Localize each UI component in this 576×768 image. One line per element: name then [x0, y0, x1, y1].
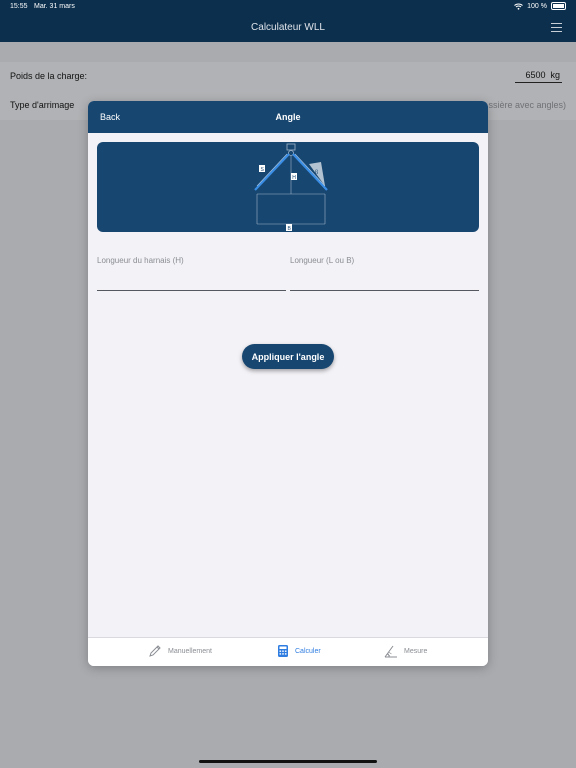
menu-icon[interactable] [551, 23, 562, 35]
apply-angle-button[interactable]: Appliquer l'angle [242, 344, 334, 369]
hook-shape [286, 143, 296, 151]
nav-title: Calculateur WLL [251, 22, 325, 33]
tab-bar: Manuellement Calculer Mesure [88, 637, 488, 666]
tab-manuellement[interactable]: Manuellement [148, 644, 212, 658]
tab-manuellement-label: Manuellement [168, 647, 212, 655]
load-weight-field[interactable]: 6500 kg [515, 70, 562, 83]
battery-percent: 100 % [527, 2, 547, 10]
h-label: H [292, 175, 296, 181]
status-date: Mar. 31 mars [34, 3, 75, 10]
lashing-type-value: ssière avec angles) [488, 100, 566, 110]
tab-mesure-label: Mesure [404, 647, 428, 655]
harness-length-input[interactable] [97, 271, 289, 291]
sling-diagram: β S H B [97, 142, 479, 232]
lashing-type-label: Type d'arrimage [10, 100, 75, 110]
wifi-icon [514, 3, 523, 10]
nav-bar: Calculateur WLL [0, 14, 576, 42]
load-weight-unit: kg [550, 70, 560, 80]
length-input[interactable] [290, 271, 482, 291]
tab-calculer[interactable]: Calculer [277, 644, 321, 658]
load-weight-value: 6500 [525, 70, 546, 80]
length-underline [290, 290, 479, 291]
status-bar: 15:55 Mar. 31 mars 100 % [0, 0, 576, 14]
harness-length-underline [97, 290, 286, 291]
pencil-icon [149, 645, 161, 657]
battery-icon [551, 2, 566, 10]
harness-length-label: Longueur du harnais (H) [97, 256, 184, 265]
length-label: Longueur (L ou B) [290, 256, 355, 265]
angle-modal: Back Angle β S H B Longueur du harnais (… [88, 101, 488, 666]
modal-header: Back Angle [88, 101, 488, 133]
ruler-angle-icon [384, 645, 397, 658]
tab-calculer-label: Calculer [295, 647, 321, 655]
sling-diagram-svg: β S H B [254, 143, 328, 232]
modal-title: Angle [275, 112, 301, 122]
calculator-icon [278, 645, 288, 657]
beta-label: β [315, 170, 318, 176]
home-indicator [199, 760, 377, 763]
tab-mesure[interactable]: Mesure [384, 644, 427, 658]
status-right: 100 % [514, 2, 566, 10]
status-time: 15:55 [10, 3, 28, 10]
load-weight-label: Poids de la charge: [10, 71, 88, 81]
